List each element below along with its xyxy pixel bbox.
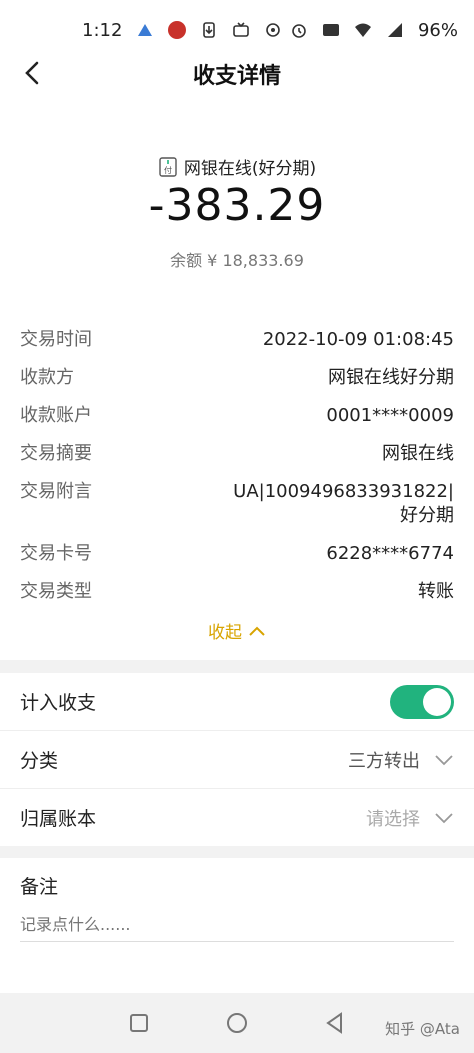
- detail-value: 转账: [418, 581, 454, 602]
- detail-value: UA|1009496833931822|好分期: [233, 481, 454, 526]
- book-row[interactable]: 归属账本 请选择: [0, 789, 474, 847]
- volte-icon: [322, 24, 339, 36]
- detail-value: 2022-10-09 01:08:45: [262, 329, 454, 350]
- detail-label: 收款方: [20, 367, 74, 388]
- notes-label: 备注: [20, 876, 59, 898]
- book-label: 归属账本: [20, 808, 97, 830]
- detail-value: 网银在线: [382, 443, 454, 464]
- category-select[interactable]: 三方转出: [348, 747, 454, 773]
- section-divider: [0, 660, 474, 673]
- notes-input[interactable]: [20, 907, 454, 942]
- collapse-label: 收起: [208, 623, 242, 643]
- recent-apps-icon[interactable]: [125, 1009, 153, 1037]
- category-value: 三方转出: [348, 750, 420, 772]
- wifi-icon: [354, 23, 371, 37]
- alarm-icon: [292, 24, 306, 38]
- detail-label: 交易卡号: [20, 543, 92, 564]
- category-label: 分类: [20, 750, 59, 772]
- download-icon: [203, 22, 216, 38]
- watermark: 知乎 @Ata: [385, 1020, 460, 1038]
- balance-text: 余额 ¥ 18,833.69: [170, 251, 304, 270]
- status-left: 1:12: [82, 20, 282, 41]
- detail-row-time: 交易时间 2022-10-09 01:08:45: [20, 328, 454, 352]
- detail-label: 收款账户: [20, 405, 92, 426]
- category-row[interactable]: 分类 三方转出: [0, 731, 474, 789]
- detail-row-payee: 收款方 网银在线好分期: [20, 366, 454, 390]
- detail-value: 6228****6774: [326, 543, 454, 564]
- chevron-up-icon: [249, 626, 265, 636]
- book-placeholder: 请选择: [366, 808, 420, 830]
- back-arrow-icon[interactable]: [18, 58, 48, 88]
- detail-row-card: 交易卡号 6228****6774: [20, 542, 454, 566]
- tv-icon: [233, 22, 250, 37]
- svg-text:付: 付: [164, 165, 172, 175]
- merchant-name: 网银在线(好分期): [183, 159, 317, 179]
- detail-value: 网银在线好分期: [328, 367, 454, 388]
- page-header: 收支详情: [0, 46, 474, 102]
- chevron-down-icon: [435, 754, 453, 765]
- swirl-icon: [266, 23, 281, 37]
- battery-level: 96%: [417, 19, 458, 41]
- page-title: 收支详情: [192, 64, 281, 89]
- include-row: 计入收支: [0, 673, 474, 731]
- toggle-knob: [423, 687, 451, 716]
- detail-label: 交易时间: [20, 329, 92, 350]
- settings-section: 计入收支 分类 三方转出 归属账本 请选择: [0, 673, 474, 847]
- detail-row-type: 交易类型 转账: [20, 580, 454, 604]
- include-label: 计入收支: [20, 692, 97, 714]
- back-nav-icon[interactable]: [321, 1009, 349, 1037]
- notes-section: 备注: [0, 858, 474, 942]
- section-divider: [0, 846, 474, 858]
- include-toggle[interactable]: [390, 684, 454, 719]
- detail-row-remark: 交易附言 UA|1009496833931822|好分期: [20, 480, 454, 528]
- book-select[interactable]: 请选择: [366, 805, 454, 831]
- transaction-details: 交易时间 2022-10-09 01:08:45 收款方 网银在线好分期 收款账…: [20, 328, 454, 618]
- detail-row-summary: 交易摘要 网银在线: [20, 442, 454, 466]
- detail-label: 交易类型: [20, 581, 92, 602]
- detail-row-account: 收款账户 0001****0009: [20, 404, 454, 428]
- payment-icon: 付: [159, 156, 177, 177]
- chevron-down-icon: [435, 812, 453, 823]
- detail-value: 0001****0009: [326, 405, 454, 426]
- transaction-amount: -383.29: [148, 180, 326, 231]
- signal-icon: [387, 23, 402, 37]
- app-badge-icon: [168, 21, 187, 39]
- status-time: 1:12: [82, 19, 123, 41]
- collapse-button[interactable]: 收起: [0, 618, 474, 643]
- detail-label: 交易摘要: [20, 443, 92, 464]
- home-icon[interactable]: [223, 1009, 251, 1037]
- merchant-line: 付 网银在线(好分期): [0, 154, 474, 179]
- detail-label: 交易附言: [20, 481, 92, 502]
- app-notification-icon: [138, 24, 153, 36]
- status-right: 96%: [290, 20, 458, 41]
